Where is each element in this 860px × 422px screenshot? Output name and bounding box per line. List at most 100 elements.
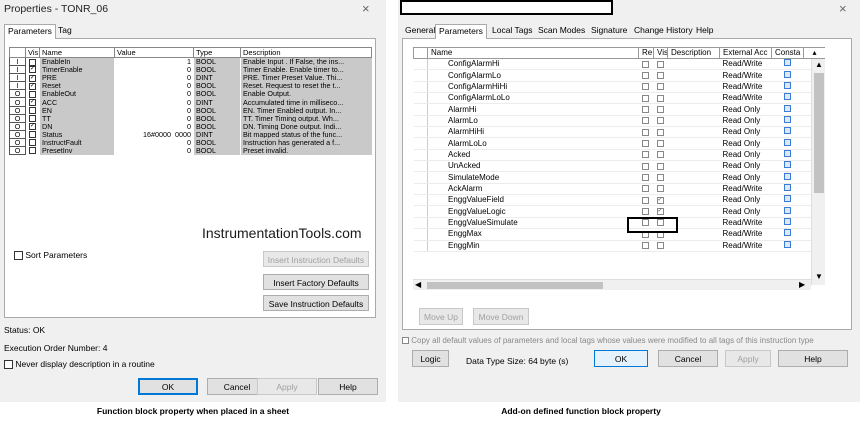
- constant-cell[interactable]: [771, 69, 804, 82]
- constant-cell[interactable]: [771, 171, 804, 184]
- left-help-button[interactable]: Help: [318, 378, 378, 395]
- copy-defaults-row[interactable]: Copy all default values of parameters an…: [402, 336, 814, 345]
- row-header-cell[interactable]: [413, 205, 428, 218]
- right-help-button[interactable]: Help: [778, 350, 848, 367]
- parameter-row[interactable]: O ✓ DN 0 BOOL DN. Timing Done output. Indi...: [9, 121, 372, 131]
- constant-cell[interactable]: [771, 58, 804, 71]
- parameter-row[interactable]: O ✓ ACC 0 DINT Accumulated time in milliseco.…: [9, 97, 372, 107]
- constant-indicator[interactable]: [784, 81, 791, 89]
- visible-checkbox[interactable]: [653, 240, 668, 252]
- param-value[interactable]: 0: [114, 122, 194, 131]
- constant-indicator[interactable]: [784, 59, 791, 67]
- scroll-left-icon[interactable]: ◀: [415, 280, 421, 289]
- required-checkbox[interactable]: [638, 240, 654, 252]
- param-description[interactable]: [667, 58, 720, 71]
- param-description[interactable]: [667, 92, 720, 105]
- visible-checkbox[interactable]: ✓: [25, 65, 40, 74]
- vis-check[interactable]: [29, 131, 36, 139]
- visible-checkbox[interactable]: [653, 92, 668, 105]
- external-access[interactable]: Read/Write: [719, 228, 772, 241]
- param-description[interactable]: [667, 240, 720, 252]
- constant-cell[interactable]: [771, 115, 804, 128]
- external-access[interactable]: Read Only: [719, 149, 772, 162]
- col-name-right[interactable]: Name: [427, 47, 639, 59]
- parameter-row[interactable]: ConfigAlarmLoLo Read/Write: [413, 92, 825, 105]
- parameter-row[interactable]: O Status 16#0000_0000 DINT Bit mapped status…: [9, 129, 372, 139]
- parameter-row[interactable]: O EN 0 BOOL EN. Timer Enabled output. In...: [9, 105, 372, 115]
- constant-cell[interactable]: [771, 160, 804, 173]
- parameter-row[interactable]: EnggValueLogic ✓ Read Only: [413, 205, 825, 218]
- parameter-row[interactable]: EnggValueSimulate Read/Write: [413, 217, 825, 230]
- constant-cell[interactable]: [771, 194, 804, 207]
- vis-check[interactable]: [656, 162, 664, 170]
- constant-indicator[interactable]: [784, 195, 791, 203]
- parameter-row[interactable]: I EnableIn 1 BOOL Enable Input . If False, t…: [9, 56, 372, 67]
- never-display-checkbox[interactable]: [4, 360, 13, 370]
- vis-check[interactable]: [656, 83, 664, 91]
- visible-checkbox[interactable]: ✓: [653, 194, 668, 207]
- col-overflow-icon[interactable]: ▴: [803, 47, 825, 59]
- parameter-row[interactable]: UnAcked Read Only: [413, 160, 825, 173]
- parameter-row[interactable]: I ✓ Reset 0 BOOL Reset. Request to reset the …: [9, 81, 372, 91]
- row-header-cell[interactable]: [413, 103, 428, 116]
- external-access[interactable]: Read/Write: [719, 240, 772, 252]
- re-check[interactable]: [641, 242, 649, 250]
- param-description[interactable]: [667, 183, 720, 196]
- re-check[interactable]: [641, 105, 649, 113]
- param-description[interactable]: [667, 194, 720, 207]
- external-access[interactable]: Read Only: [719, 137, 772, 150]
- external-access[interactable]: Read/Write: [719, 183, 772, 196]
- param-description[interactable]: [667, 171, 720, 184]
- row-header-cell[interactable]: [413, 58, 428, 71]
- vis-check[interactable]: [29, 139, 36, 147]
- row-header-cell[interactable]: [413, 137, 428, 150]
- save-instruction-defaults-button[interactable]: Save Instruction Defaults: [263, 295, 369, 311]
- parameter-row[interactable]: O EnableOut 0 BOOL Enable Output.: [9, 89, 372, 99]
- insert-factory-defaults-button[interactable]: Insert Factory Defaults: [263, 274, 369, 290]
- left-apply-button[interactable]: Apply: [257, 378, 317, 395]
- vis-check[interactable]: [656, 105, 664, 113]
- row-header-cell[interactable]: [413, 92, 428, 105]
- parameter-row[interactable]: Acked Read Only: [413, 149, 825, 162]
- constant-cell[interactable]: [771, 81, 804, 94]
- logic-button[interactable]: Logic: [412, 350, 449, 367]
- move-down-button[interactable]: Move Down: [473, 308, 529, 325]
- row-header-cell[interactable]: [413, 160, 428, 173]
- external-access[interactable]: Read/Write: [719, 81, 772, 94]
- re-check[interactable]: [641, 117, 649, 125]
- required-checkbox[interactable]: [638, 92, 654, 105]
- tab-help[interactable]: Help: [693, 24, 716, 38]
- visible-checkbox[interactable]: ✓: [25, 97, 40, 107]
- tab-parameters-right[interactable]: Parameters: [435, 24, 487, 39]
- external-access[interactable]: Read/Write: [719, 92, 772, 105]
- constant-cell[interactable]: [771, 217, 804, 230]
- visible-checkbox[interactable]: [25, 106, 40, 115]
- param-value[interactable]: 0: [114, 73, 194, 82]
- required-checkbox[interactable]: [638, 137, 654, 150]
- tab-tag[interactable]: Tag: [55, 24, 75, 38]
- constant-indicator[interactable]: [784, 206, 791, 214]
- col-value[interactable]: Value: [114, 47, 194, 58]
- visible-checkbox[interactable]: [25, 89, 40, 98]
- constant-cell[interactable]: [771, 126, 804, 139]
- visible-checkbox[interactable]: [653, 183, 668, 196]
- scroll-up-icon[interactable]: ▲: [815, 60, 823, 69]
- vis-check[interactable]: ✓: [29, 98, 36, 106]
- col-re[interactable]: Re: [638, 47, 654, 59]
- constant-indicator[interactable]: [784, 183, 791, 191]
- constant-indicator[interactable]: [784, 161, 791, 169]
- visible-checkbox[interactable]: [653, 81, 668, 94]
- right-apply-button[interactable]: Apply: [725, 350, 771, 367]
- param-value[interactable]: 1: [114, 57, 194, 66]
- external-access[interactable]: Read Only: [719, 103, 772, 116]
- re-check[interactable]: [641, 71, 649, 79]
- constant-cell[interactable]: [771, 103, 804, 116]
- vis-check[interactable]: ✓: [29, 82, 36, 90]
- constant-indicator[interactable]: [784, 104, 791, 112]
- vis-check[interactable]: [656, 242, 664, 250]
- vis-check[interactable]: ✓: [29, 74, 36, 82]
- visible-checkbox[interactable]: [653, 126, 668, 139]
- sort-parameters-checkbox[interactable]: [14, 251, 23, 261]
- parameter-row[interactable]: O InstructFault 0 BOOL Instruction has gener…: [9, 137, 372, 148]
- constant-indicator[interactable]: [784, 115, 791, 123]
